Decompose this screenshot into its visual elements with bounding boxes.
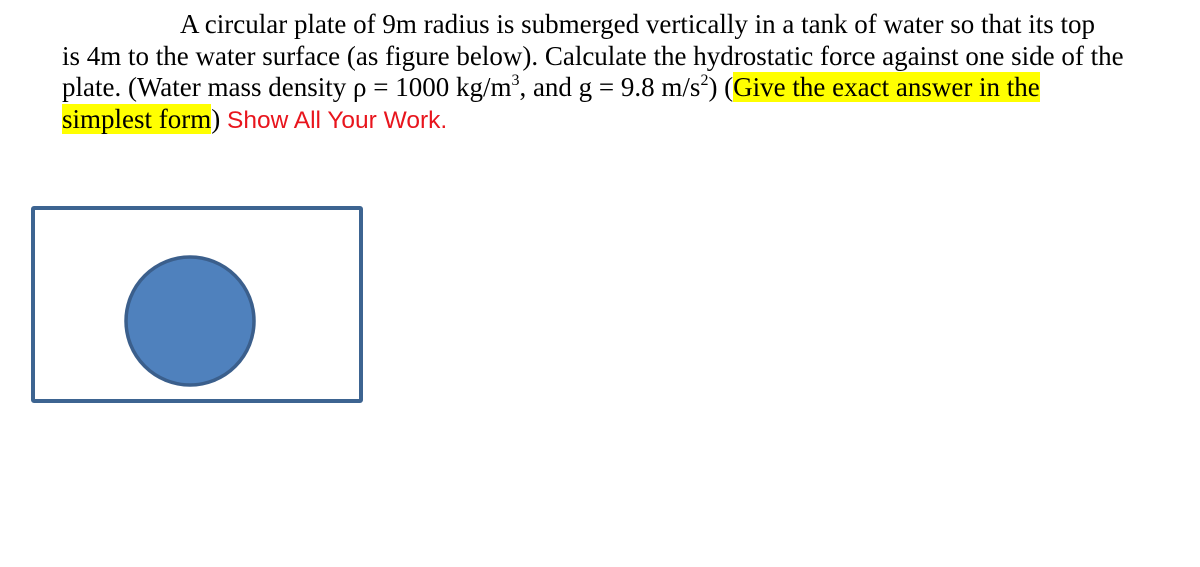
highlighted-text: Give the exact answer in the bbox=[733, 72, 1040, 102]
paren-text: ) ( bbox=[708, 72, 734, 102]
gravity-text: , and g = 9.8 m/s bbox=[519, 72, 701, 102]
problem-text: is 4m to the water surface (as figure be… bbox=[62, 40, 1124, 71]
problem-line-4: simplest form) Show All Your Work. bbox=[62, 103, 1162, 137]
circular-plate bbox=[124, 255, 256, 387]
problem-statement: A circular plate of 9m radius is submerg… bbox=[62, 9, 1162, 136]
density-text: plate. (Water mass density ρ = 1000 kg/m bbox=[62, 72, 512, 102]
tank-figure bbox=[31, 206, 363, 403]
show-work-instruction: Show All Your Work. bbox=[227, 106, 448, 134]
problem-line-3: plate. (Water mass density ρ = 1000 kg/m… bbox=[62, 72, 1162, 104]
highlighted-text: simplest form bbox=[62, 103, 212, 134]
problem-line-2: is 4m to the water surface (as figure be… bbox=[62, 41, 1162, 73]
problem-text: A circular plate of 9m radius is submerg… bbox=[180, 9, 1096, 39]
paren-text: ) bbox=[211, 103, 227, 134]
problem-line-1: A circular plate of 9m radius is submerg… bbox=[62, 9, 1162, 41]
